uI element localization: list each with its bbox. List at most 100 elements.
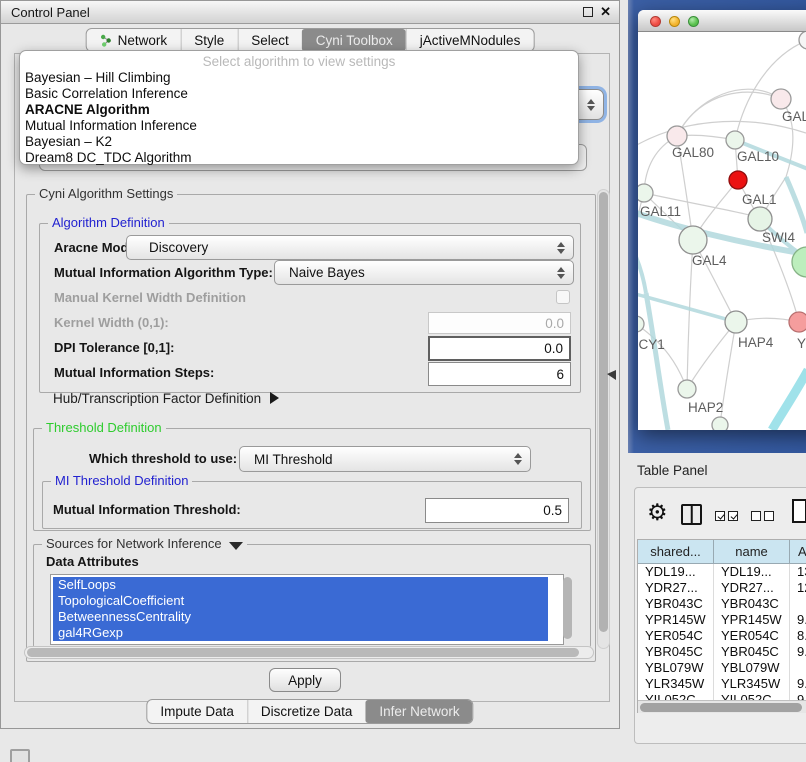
tab-jactivemnodules[interactable]: jActiveMNodules xyxy=(406,29,534,51)
attribute-item-selfloops[interactable]: SelfLoops xyxy=(53,577,548,593)
mi-type-select[interactable]: Naive Bayes xyxy=(274,260,574,285)
table-row[interactable]: YIL052CYIL052C9 xyxy=(638,692,806,700)
network-node[interactable] xyxy=(712,417,728,430)
minimized-panel-icon[interactable] xyxy=(10,749,30,762)
table-cell: YBR045C xyxy=(714,644,790,660)
node-label-gal: GAL xyxy=(782,109,806,124)
dropdown-item-bayesian-k2[interactable]: Bayesian – K2 xyxy=(20,134,578,150)
attribute-item-betweennesscentrality[interactable]: BetweennessCentrality xyxy=(53,609,548,625)
dropdown-item-basic-correlation-inference[interactable]: Basic Correlation Inference xyxy=(20,86,578,102)
network-node-gal80[interactable] xyxy=(667,126,687,146)
dpi-tolerance-field[interactable]: 0.0 xyxy=(428,336,571,361)
tab-label: Discretize Data xyxy=(261,704,353,719)
select-all-columns-icon[interactable] xyxy=(715,511,738,521)
attributes-list-scrollbar[interactable] xyxy=(563,577,572,639)
expand-right-icon[interactable] xyxy=(270,392,279,404)
dropdown-item-bayesian-hill-climbing[interactable]: Bayesian – Hill Climbing xyxy=(20,70,578,86)
network-node-hap2[interactable] xyxy=(678,380,696,398)
tab-style[interactable]: Style xyxy=(180,29,237,51)
deselect-all-columns-icon[interactable] xyxy=(751,511,774,521)
table-cell: 12 xyxy=(790,580,806,596)
sources-group: Sources for Network Inference Data Attri… xyxy=(33,544,591,647)
algorithm-definition-title: Algorithm Definition xyxy=(48,215,169,230)
network-node-gal11[interactable] xyxy=(638,184,653,202)
scrollbar-thumb[interactable] xyxy=(599,192,608,632)
tab-select[interactable]: Select xyxy=(237,29,302,51)
close-traffic-light[interactable] xyxy=(650,16,661,27)
algorithm-dropdown-list: Bayesian – Hill ClimbingBasic Correlatio… xyxy=(20,70,578,166)
tab-infer-network[interactable]: Infer Network xyxy=(365,700,472,723)
dropdown-item-dream8-dc-tdc-algorithm[interactable]: Dream8 DC_TDC Algorithm xyxy=(20,150,578,166)
network-view-window[interactable]: GALGAL80GAL10GAL1GAL11GAL4SWI4GCY1HAP4YH… xyxy=(638,10,806,430)
column-header-shared[interactable]: shared... xyxy=(638,540,714,563)
collapse-down-icon[interactable] xyxy=(229,542,243,550)
titlebar-icons: ✕ xyxy=(583,7,611,17)
table-row[interactable]: YER054CYER054C8. xyxy=(638,628,806,644)
network-node-y[interactable] xyxy=(789,312,806,332)
node-label-hap4: HAP4 xyxy=(738,335,774,350)
column-header-name[interactable]: name xyxy=(714,540,790,563)
network-tab-icon xyxy=(100,34,113,47)
node-label-gcy1: GCY1 xyxy=(638,337,665,352)
dropdown-item-mutual-information-inference[interactable]: Mutual Information Inference xyxy=(20,118,578,134)
settings-vertical-scrollbar[interactable] xyxy=(597,189,610,649)
scrollbar-thumb[interactable] xyxy=(27,648,579,657)
node-label-gal1: GAL1 xyxy=(742,192,777,207)
which-threshold-select[interactable]: MI Threshold xyxy=(239,446,531,472)
table-row[interactable]: YBR043CYBR043C xyxy=(638,596,806,612)
network-node-gal1[interactable] xyxy=(729,171,747,189)
table-cell: 13 xyxy=(790,564,806,580)
document-icon[interactable] xyxy=(792,499,806,523)
minimize-traffic-light[interactable] xyxy=(669,16,680,27)
network-canvas[interactable]: GALGAL80GAL10GAL1GAL11GAL4SWI4GCY1HAP4YH… xyxy=(638,32,806,430)
attribute-item-topologicalcoefficient[interactable]: TopologicalCoefficient xyxy=(53,593,548,609)
network-node[interactable] xyxy=(799,32,806,49)
mi-threshold-field[interactable]: 0.5 xyxy=(425,498,569,523)
manual-kernel-checkbox[interactable] xyxy=(556,290,570,304)
dpi-tolerance-value: 0.0 xyxy=(544,341,563,356)
table-row[interactable]: YBL079WYBL079W xyxy=(638,660,806,676)
tab-discretize-data[interactable]: Discretize Data xyxy=(247,700,366,723)
data-attributes-list[interactable]: SelfLoopsTopologicalCoefficientBetweenne… xyxy=(50,574,564,645)
zoom-traffic-light[interactable] xyxy=(688,16,699,27)
gear-icon[interactable]: ⚙ xyxy=(647,499,668,525)
attribute-item-gal4rgexp[interactable]: gal4RGexp xyxy=(53,625,548,641)
kernel-width-field[interactable]: 0.0 xyxy=(428,312,571,334)
hub-factor-expander[interactable]: Hub/Transcription Factor Definition xyxy=(53,391,279,406)
bottom-tab-strip: Impute Data Discretize Data Infer Network xyxy=(146,699,473,724)
dropdown-item-aracne-algorithm[interactable]: ARACNE Algorithm xyxy=(20,102,578,118)
network-node-swi4[interactable] xyxy=(748,207,772,231)
close-icon[interactable]: ✕ xyxy=(600,7,611,17)
table-rows[interactable]: YDL19...YDL19...13YDR27...YDR27...12YBR0… xyxy=(638,564,806,700)
sources-title-text: Sources for Network Inference xyxy=(46,536,222,551)
table-cell: YBR043C xyxy=(714,596,790,612)
control-panel-titlebar[interactable]: Control Panel ✕ xyxy=(1,1,619,24)
tab-impute-data[interactable]: Impute Data xyxy=(147,700,247,723)
table-row[interactable]: YPR145WYPR145W9. xyxy=(638,612,806,628)
table-horizontal-scrollbar[interactable] xyxy=(638,700,806,713)
network-node-gal4[interactable] xyxy=(679,226,707,254)
tab-network[interactable]: Network xyxy=(87,29,181,51)
aracne-mode-select[interactable]: Discovery xyxy=(126,235,574,260)
unchecked-box-icon xyxy=(751,511,761,521)
tab-cyni-toolbox[interactable]: Cyni Toolbox xyxy=(302,29,406,51)
split-columns-icon[interactable] xyxy=(681,504,702,525)
table-row[interactable]: YBR045CYBR045C9. xyxy=(638,644,806,660)
table-row[interactable]: YDL19...YDL19...13 xyxy=(638,564,806,580)
scrollbar-thumb[interactable] xyxy=(640,703,802,712)
settings-horizontal-scrollbar[interactable] xyxy=(24,646,594,659)
network-node-gal10[interactable] xyxy=(726,131,744,149)
column-header-a[interactable]: A xyxy=(790,540,806,563)
table-row[interactable]: YDR27...YDR27...12 xyxy=(638,580,806,596)
mi-steps-field[interactable]: 6 xyxy=(428,362,571,386)
float-window-icon[interactable] xyxy=(583,7,593,17)
network-window-titlebar[interactable] xyxy=(638,10,806,32)
table-row[interactable]: YLR345WYLR345W9. xyxy=(638,676,806,692)
table-cell: YBL079W xyxy=(714,660,790,676)
table-cell: YLR345W xyxy=(714,676,790,692)
apply-button[interactable]: Apply xyxy=(269,668,341,692)
network-node-hap4[interactable] xyxy=(725,311,747,333)
network-node-gal[interactable] xyxy=(771,89,791,109)
node-label-gal10: GAL10 xyxy=(737,149,779,164)
dpi-tolerance-label: DPI Tolerance [0,1]: xyxy=(54,340,174,355)
